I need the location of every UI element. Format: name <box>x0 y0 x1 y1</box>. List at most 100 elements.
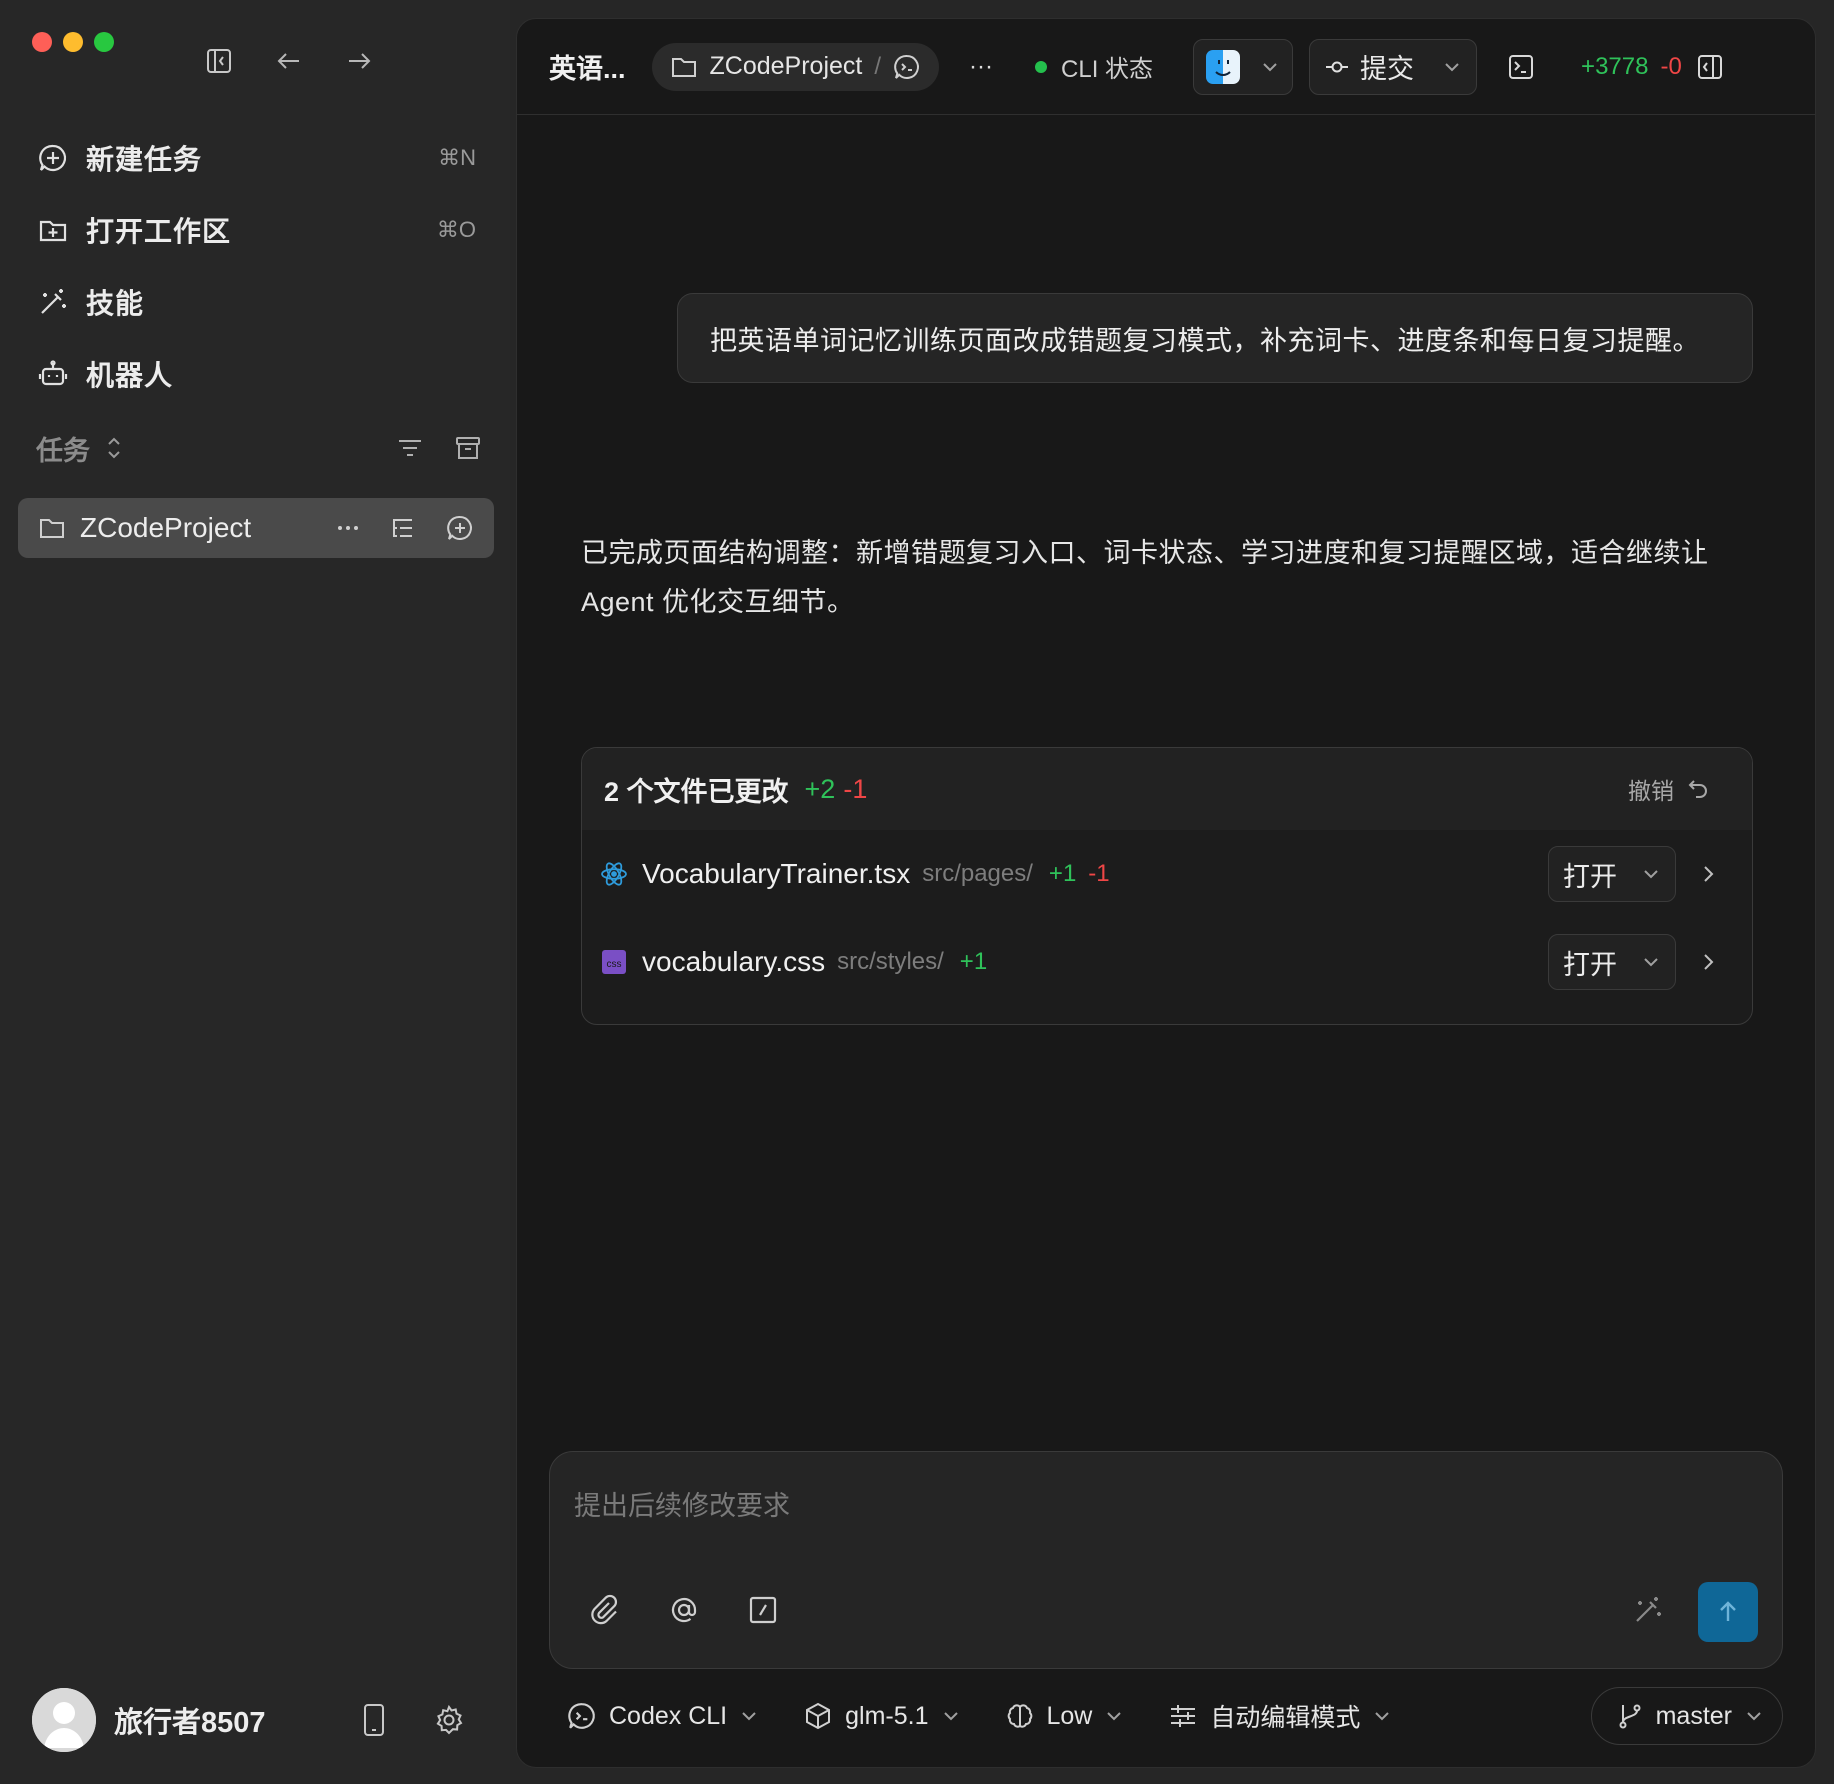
agent-selector[interactable]: Codex CLI <box>567 1701 759 1731</box>
user-name: 旅行者8507 <box>114 1707 266 1739</box>
mobile-device-icon[interactable] <box>362 1703 386 1737</box>
back-arrow-icon[interactable] <box>274 46 304 76</box>
undo-button[interactable]: 撤销 <box>1628 772 1710 806</box>
cli-status[interactable]: CLI 状态 <box>1035 49 1153 84</box>
chevron-down-icon <box>1644 870 1658 879</box>
project-item[interactable]: ZCodeProject <box>18 498 494 558</box>
terminal-icon[interactable] <box>1507 53 1535 81</box>
status-label: CLI 状态 <box>1061 56 1154 83</box>
open-file-dropdown[interactable]: 打开 <box>1548 846 1676 902</box>
user-message-text: 把英语单词记忆训练页面改成错题复习模式，补充词卡、进度条和每日复习提醒。 <box>710 325 1700 356</box>
file-path: src/styles/ <box>837 948 944 975</box>
toggle-right-panel-icon[interactable] <box>1696 53 1724 81</box>
changed-files-header: 2 个文件已更改 +2 -1 撤销 <box>582 748 1752 830</box>
tasks-header: 任务 <box>36 428 482 468</box>
chevron-down-icon <box>1260 57 1280 77</box>
enhance-prompt-icon[interactable] <box>1632 1594 1664 1626</box>
project-chip-label: ZCodeProject <box>709 52 863 80</box>
model-label: glm-5.1 <box>845 1701 929 1730</box>
composer-options-bar: Codex CLI glm-5.1 Low 自动编辑模式 master <box>567 1687 1783 1745</box>
forward-arrow-icon[interactable] <box>344 46 374 76</box>
sidebar-menu: 新建任务 ⌘N 打开工作区 ⌘O 技能 机器人 <box>18 122 494 410</box>
minimize-window-button[interactable] <box>63 32 83 52</box>
slash-command-icon[interactable] <box>748 1595 778 1625</box>
reasoning-effort-selector[interactable]: Low <box>1005 1701 1125 1731</box>
filter-icon[interactable] <box>396 434 424 462</box>
composer-input[interactable]: 提出后续修改要求 <box>574 1484 790 1523</box>
changed-file-row[interactable]: css vocabulary.css src/styles/ +1 打开 <box>582 918 1752 1006</box>
file-name: VocabularyTrainer.tsx <box>642 858 911 889</box>
codex-agent-icon <box>568 1703 595 1729</box>
chevron-down-icon <box>1442 57 1462 77</box>
effort-label: Low <box>1046 1701 1093 1730</box>
mode-label: 自动编辑模式 <box>1210 1704 1361 1732</box>
file-additions: +1 <box>959 948 988 975</box>
agent-label: Codex CLI <box>609 1701 728 1730</box>
changes-deletions: -1 <box>843 773 868 804</box>
finder-icon <box>1206 49 1241 84</box>
svg-text:css: css <box>607 959 622 970</box>
file-name: vocabulary.css <box>642 946 826 977</box>
open-in-app-dropdown[interactable] <box>1193 38 1294 95</box>
sidebar-item-open-workspace[interactable]: 打开工作区 ⌘O <box>18 194 494 266</box>
changed-file-row[interactable]: VocabularyTrainer.tsx src/pages/ +1 -1 打… <box>582 830 1752 918</box>
model-selector[interactable]: glm-5.1 <box>803 1701 960 1731</box>
project-label: ZCodeProject <box>80 512 252 543</box>
more-options-icon[interactable] <box>336 516 360 540</box>
codex-agent-icon <box>893 53 921 81</box>
message-composer[interactable]: 提出后续修改要求 <box>549 1451 1783 1669</box>
robot-icon <box>36 357 70 391</box>
sidebar-item-label: 机器人 <box>86 360 174 391</box>
sidebar-item-robots[interactable]: 机器人 <box>18 338 494 410</box>
sidebar-item-skills[interactable]: 技能 <box>18 266 494 338</box>
attach-paperclip-icon[interactable] <box>588 1594 620 1626</box>
chevron-down-icon <box>943 1712 958 1721</box>
folder-icon <box>38 514 66 542</box>
sidebar-item-label: 技能 <box>86 288 145 319</box>
folder-icon <box>670 53 698 81</box>
file-additions: +1 <box>1048 860 1077 887</box>
task-title[interactable]: 英语... <box>549 47 626 86</box>
sliders-icon <box>1171 1705 1196 1727</box>
main-panel: 英语... ZCodeProject / ··· CLI 状态 提交 +3778… <box>516 18 1816 1768</box>
sidebar-toolbar <box>204 46 374 76</box>
changed-files-card: 2 个文件已更改 +2 -1 撤销 VocabularyTrainer.tsx … <box>581 747 1753 1025</box>
file-path: src/pages/ <box>922 860 1033 887</box>
edit-mode-selector[interactable]: 自动编辑模式 <box>1168 1698 1392 1734</box>
window-controls <box>32 32 114 52</box>
new-chat-icon[interactable] <box>446 514 474 542</box>
file-deletions: -1 <box>1088 860 1110 887</box>
sidebar-item-new-task[interactable]: 新建任务 ⌘N <box>18 122 494 194</box>
expand-chevron-icon[interactable] <box>1698 862 1718 886</box>
branch-label: master <box>1655 1701 1732 1730</box>
project-chip[interactable]: ZCodeProject / <box>651 42 940 91</box>
settings-gear-icon[interactable] <box>434 1705 464 1735</box>
mention-at-icon[interactable] <box>668 1594 700 1626</box>
top-bar: 英语... ZCodeProject / ··· CLI 状态 提交 +3778… <box>517 19 1815 115</box>
commit-label: 提交 <box>1360 54 1415 84</box>
commit-dropdown[interactable]: 提交 <box>1309 38 1478 95</box>
open-file-dropdown[interactable]: 打开 <box>1548 934 1676 990</box>
undo-label: 撤销 <box>1628 778 1674 804</box>
brain-icon <box>1007 1704 1032 1728</box>
branch-selector[interactable]: master <box>1590 1687 1783 1745</box>
archive-icon[interactable] <box>454 434 482 462</box>
expand-chevron-icon[interactable] <box>1698 950 1718 974</box>
total-additions: +3778 <box>1581 52 1649 80</box>
chevron-down-icon <box>1107 1712 1122 1721</box>
sidebar-item-label: 新建任务 <box>86 144 203 175</box>
new-task-icon <box>36 141 70 175</box>
open-label: 打开 <box>1563 861 1617 892</box>
tree-list-icon[interactable] <box>390 515 416 541</box>
send-button[interactable] <box>1698 1582 1758 1642</box>
toggle-sidebar-icon[interactable] <box>204 46 234 76</box>
cube-icon <box>806 1702 831 1730</box>
zoom-window-button[interactable] <box>94 32 114 52</box>
commit-icon <box>1324 54 1350 80</box>
chevron-down-icon <box>1747 1712 1761 1721</box>
more-menu-button[interactable]: ··· <box>969 53 993 81</box>
close-window-button[interactable] <box>32 32 52 52</box>
sort-toggle-icon[interactable] <box>104 434 124 462</box>
avatar[interactable] <box>32 1688 96 1752</box>
user-profile: 旅行者8507 <box>32 1688 482 1752</box>
